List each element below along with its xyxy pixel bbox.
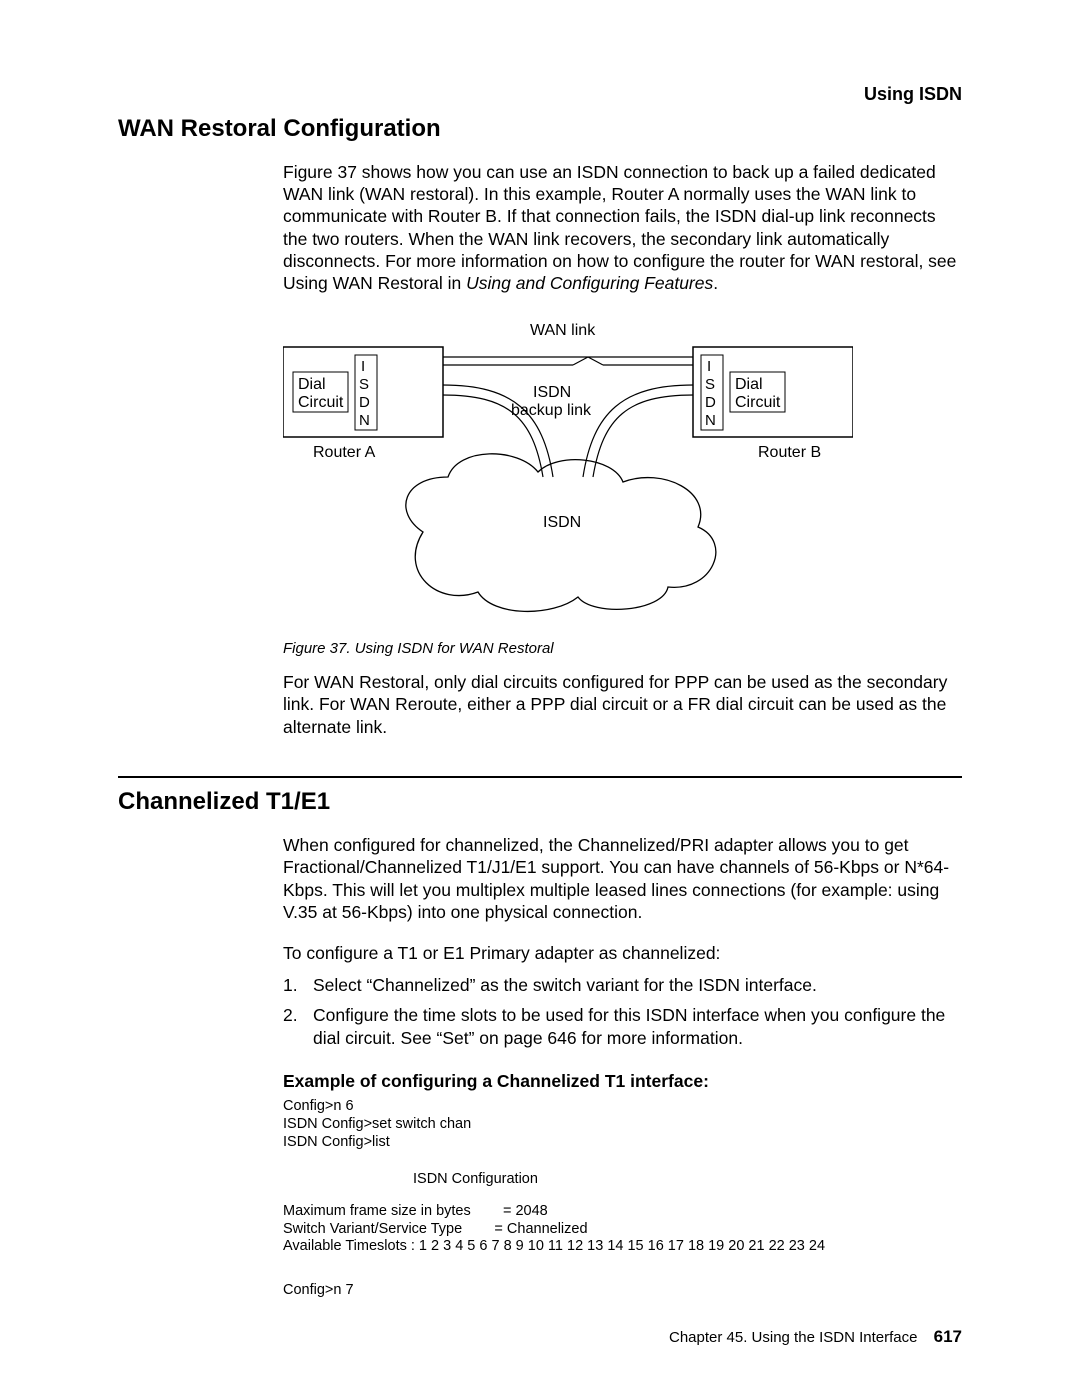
para1-tail: . [713,273,718,293]
svg-text:S: S [359,376,369,393]
page-footer: Chapter 45. Using the ISDN Interface 617 [669,1327,962,1347]
terminal-block-1: Config>n 6 ISDN Config>set switch chan I… [283,1098,962,1151]
wan-restoral-diagram: Dial Circuit I S D N I S D N Dial Circui… [283,317,853,617]
page: Using ISDN WAN Restoral Configuration Fi… [0,0,1080,1397]
heading-channelized: Channelized T1/E1 [118,788,962,816]
chan-steps-list: 1. Select “Channelized” as the switch va… [283,974,962,1049]
list-text: Configure the time slots to be used for … [313,1004,962,1049]
svg-text:N: N [705,412,716,429]
svg-text:I: I [361,358,365,375]
dial-label-a2: Circuit [298,394,344,411]
dial-label-b2: Circuit [735,394,781,411]
list-number: 1. [283,974,303,996]
router-a-label: Router A [313,444,376,461]
wan-link-label: WAN link [530,322,596,339]
svg-text:D: D [705,394,716,411]
isdn-backup-label1: ISDN [533,384,571,401]
figure-37: Dial Circuit I S D N I S D N Dial Circui… [283,317,962,622]
wan-restoral-paragraph-2: For WAN Restoral, only dial circuits con… [283,671,962,738]
svg-text:S: S [705,376,715,393]
terminal-title: ISDN Configuration [413,1171,962,1189]
chan-para-2: To configure a T1 or E1 Primary adapter … [283,942,962,964]
terminal-block-2: Maximum frame size in bytes = 2048 Switc… [283,1203,962,1256]
isdn-backup-label2: backup link [511,402,592,419]
svg-text:I: I [707,358,711,375]
terminal-block-3: Config>n 7 [283,1282,962,1300]
list-number: 2. [283,1004,303,1049]
section-divider [118,776,962,778]
svg-text:N: N [359,412,370,429]
list-item: 1. Select “Channelized” as the switch va… [283,974,962,996]
isdn-cloud-label: ISDN [543,514,581,531]
running-head: Using ISDN [864,84,962,105]
heading-wan-restoral: WAN Restoral Configuration [118,115,962,143]
footer-chapter: Chapter 45. Using the ISDN Interface [669,1329,917,1346]
svg-text:D: D [359,394,370,411]
dial-label-b1: Dial [735,376,763,393]
list-text: Select “Channelized” as the switch varia… [313,974,817,996]
wan-restoral-paragraph-1: Figure 37 shows how you can use an ISDN … [283,161,962,295]
chan-para-1: When configured for channelized, the Cha… [283,834,962,924]
example-subhead: Example of configuring a Channelized T1 … [283,1071,962,1092]
dial-label-a1: Dial [298,376,326,393]
list-item: 2. Configure the time slots to be used f… [283,1004,962,1049]
footer-page-number: 617 [934,1327,962,1346]
router-b-label: Router B [758,444,821,461]
figure-37-caption: Figure 37. Using ISDN for WAN Restoral [283,640,962,657]
para1-italic: Using and Configuring Features [466,273,713,293]
